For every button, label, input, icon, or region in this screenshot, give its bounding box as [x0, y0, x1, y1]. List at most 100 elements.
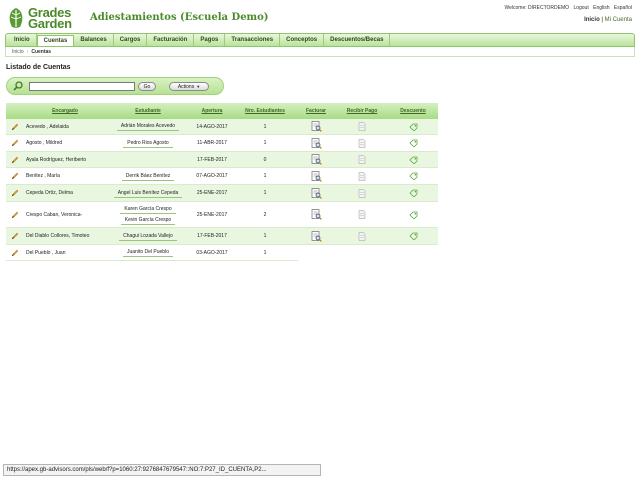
cell-apertura: 17-FEB-2017 — [197, 233, 227, 239]
page-title: Listado de Cuentas — [6, 64, 71, 71]
pencil-icon[interactable] — [6, 172, 24, 180]
cell-encargado: Del Pueblo , Juan — [26, 249, 66, 256]
actions-button[interactable]: Actions ▼ — [169, 82, 209, 91]
table-row: Acevedo , Adelaida Adrián Morales Aceved… — [6, 119, 438, 135]
logout-link[interactable]: Logout — [573, 5, 588, 11]
header-estudiante[interactable]: Estudiante — [106, 108, 190, 114]
pencil-icon[interactable] — [6, 156, 24, 164]
top-nav-separator: | — [601, 17, 603, 23]
tab-pagos[interactable]: Pagos — [194, 34, 226, 46]
header-facturar[interactable]: Facturar — [296, 108, 336, 114]
document-icon[interactable] — [336, 122, 388, 131]
discount-tag-icon[interactable] — [388, 211, 438, 219]
invoice-search-icon[interactable] — [296, 154, 336, 165]
leaf-logo-icon — [6, 7, 26, 29]
english-link[interactable]: English — [593, 5, 609, 11]
table-row: Del Pueblo , Juan Juanito Del Pueblo 03-… — [6, 245, 298, 261]
student-link[interactable]: Adrián Morales Acevedo — [116, 122, 180, 131]
top-nav-inicio[interactable]: Inicio — [584, 17, 600, 23]
table-row: Ayala Rodríguez, Heriberto 17-FEB-2017 0 — [6, 152, 438, 168]
cell-estudiante: Chagui Lozada Vallejo — [106, 232, 190, 241]
go-button[interactable]: Go — [138, 82, 156, 91]
tab-inicio[interactable]: Inicio — [8, 34, 37, 46]
cell-encargado: Cepeda Ortíz, Delma — [26, 190, 73, 196]
breadcrumb-home[interactable]: Inicio — [12, 49, 24, 55]
tab-descuentos-becas[interactable]: Descuentos/Becas — [324, 34, 391, 46]
cell-nro-estudiantes: 1 — [263, 123, 267, 130]
magnifier-icon[interactable] — [13, 81, 23, 91]
cell-apertura: 07-AGO-2017 — [196, 173, 228, 179]
header-descuento[interactable]: Descuento — [388, 108, 438, 114]
cell-encargado: Acevedo , Adelaida — [26, 123, 69, 130]
cell-apertura: 03-AGO-2017 — [196, 249, 228, 256]
header-apertura[interactable]: Apertura — [190, 108, 234, 114]
document-icon[interactable] — [336, 210, 388, 219]
header-nro-estudiantes[interactable]: Nro. Estudiantes — [234, 108, 296, 114]
search-input[interactable] — [29, 82, 135, 91]
table-row: Crespo Caban, Veronica- Karen García Cre… — [6, 202, 438, 228]
header-recibir-pago[interactable]: Recibir Pago — [336, 108, 388, 114]
accounts-report: Encargado Estudiante Apertura Nro. Estud… — [6, 103, 438, 261]
student-link[interactable]: Juanito Del Pueblo — [123, 248, 173, 257]
cell-estudiante: Juanito Del Pueblo — [106, 248, 190, 257]
top-nav: Inicio | Mi Cuenta — [584, 17, 632, 23]
pencil-icon[interactable] — [6, 232, 24, 240]
discount-tag-icon[interactable] — [388, 139, 438, 147]
invoice-search-icon[interactable] — [296, 230, 336, 242]
browser-status-url: https://apex.gb-advisors.com/pls/web/f?p… — [3, 464, 321, 476]
document-icon[interactable] — [336, 188, 388, 198]
table-row: Benítez , María Derrik Báez Benítez 07-A… — [6, 168, 438, 185]
cell-apertura: 17-FEB-2017 — [197, 156, 227, 163]
brand-name: Grades Garden — [28, 6, 72, 30]
grades-garden-logo[interactable]: Grades Garden — [6, 6, 86, 30]
espanol-link[interactable]: Español — [614, 5, 632, 11]
breadcrumb: Inicio › Cuentas — [5, 47, 635, 57]
discount-tag-icon[interactable] — [388, 172, 438, 180]
cell-encargado: Benítez , María — [26, 173, 60, 179]
tab-balances[interactable]: Balances — [74, 34, 114, 46]
student-link[interactable]: Karen García Crespo — [120, 205, 176, 214]
main-tabs: Inicio Cuentas Balances Cargos Facturaci… — [5, 33, 635, 47]
invoice-search-icon[interactable] — [296, 187, 336, 199]
welcome-text: Welcome: DIRECTORDEMO — [504, 5, 570, 11]
cell-encargado: Crespo Caban, Veronica- — [26, 211, 83, 218]
cell-nro-estudiantes: 1 — [263, 140, 267, 146]
student-link[interactable]: Chagui Lozada Vallejo — [119, 232, 177, 241]
tab-cuentas[interactable]: Cuentas — [36, 35, 75, 46]
document-icon[interactable] — [336, 138, 388, 148]
tab-transacciones[interactable]: Transacciones — [225, 34, 281, 46]
top-nav-mi-cuenta[interactable]: Mi Cuenta — [605, 17, 632, 23]
student-link[interactable]: Derrik Báez Benítez — [121, 172, 175, 181]
cell-nro-estudiantes: 1 — [263, 249, 267, 256]
invoice-search-icon[interactable] — [296, 137, 336, 149]
search-bar: Go Actions ▼ — [6, 77, 224, 95]
pencil-icon[interactable] — [6, 139, 24, 147]
student-link[interactable]: Angel Luis Benítez Cepeda — [113, 189, 183, 198]
invoice-search-icon[interactable] — [296, 170, 336, 182]
student-link[interactable]: Kevin García Crespo — [120, 216, 176, 225]
cell-estudiante: Adrián Morales Acevedo — [106, 122, 190, 131]
document-icon[interactable] — [336, 155, 388, 164]
pencil-icon[interactable] — [6, 189, 24, 197]
document-icon[interactable] — [336, 171, 388, 181]
pencil-icon[interactable] — [6, 211, 24, 219]
document-icon[interactable] — [336, 231, 388, 241]
cell-estudiante: Angel Luis Benítez Cepeda — [106, 189, 190, 198]
discount-tag-icon[interactable] — [388, 123, 438, 131]
pencil-icon[interactable] — [6, 123, 24, 131]
student-link[interactable]: Pedro Rios Agosto — [123, 139, 173, 148]
header-encargado[interactable]: Encargado — [24, 108, 106, 114]
cell-nro-estudiantes: 2 — [263, 211, 267, 218]
pencil-icon[interactable] — [6, 249, 24, 257]
invoice-search-icon[interactable] — [296, 121, 336, 132]
cell-nro-estudiantes: 0 — [263, 156, 267, 163]
tab-facturacion[interactable]: Facturación — [147, 34, 195, 46]
tab-conceptos[interactable]: Conceptos — [280, 34, 325, 46]
actions-label: Actions — [177, 83, 195, 90]
invoice-search-icon[interactable] — [296, 209, 336, 220]
tab-cargos[interactable]: Cargos — [114, 34, 148, 46]
cell-apertura: 14-AGO-2017 — [196, 123, 228, 130]
discount-tag-icon[interactable] — [388, 189, 438, 197]
discount-tag-icon[interactable] — [388, 232, 438, 240]
discount-tag-icon[interactable] — [388, 156, 438, 164]
